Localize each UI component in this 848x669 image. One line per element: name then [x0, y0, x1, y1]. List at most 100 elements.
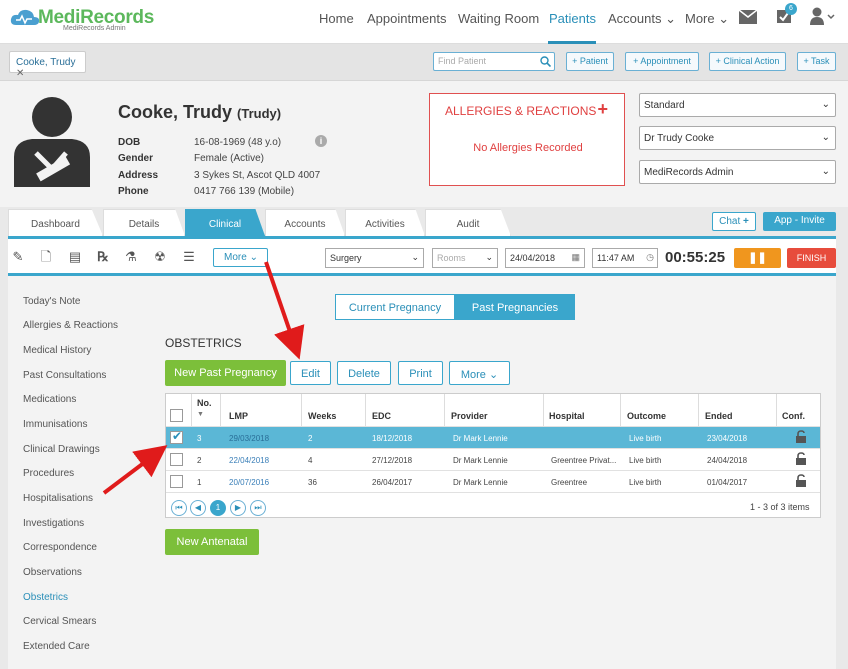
current-page[interactable]: 1 — [210, 500, 226, 516]
nav-appointments[interactable]: Appointments — [367, 11, 447, 26]
clock-icon[interactable]: ◷ — [646, 252, 654, 263]
add-allergy-icon[interactable]: + — [597, 99, 608, 120]
row-checkbox[interactable] — [170, 475, 183, 488]
sidebar-item-immunisations[interactable]: Immunisations — [23, 419, 87, 430]
chat-button[interactable]: Chat + — [712, 212, 756, 231]
sidebar-item-todays-note[interactable]: Today's Note — [23, 296, 81, 307]
grid-more-button[interactable]: More ⌄ — [449, 361, 510, 385]
mail-icon[interactable] — [739, 10, 757, 24]
table-row[interactable]: 2 22/04/2018 4 27/12/2018 Dr Mark Lennie… — [166, 448, 820, 470]
lab-flask-icon[interactable]: ⚗ — [124, 250, 138, 264]
cell-lmp[interactable]: 20/07/2016 — [229, 478, 269, 487]
add-appointment-button[interactable]: + Appointment — [625, 52, 699, 71]
unlock-icon[interactable] — [795, 430, 807, 444]
user-menu-icon[interactable] — [810, 7, 836, 25]
row-checkbox[interactable] — [170, 453, 183, 466]
tab-clinical[interactable]: Clinical — [185, 209, 265, 236]
row-checkbox[interactable]: ✔ — [170, 429, 183, 444]
table-row[interactable]: 1 20/07/2016 36 26/04/2017 Dr Mark Lenni… — [166, 470, 820, 492]
search-icon[interactable] — [540, 56, 551, 67]
info-icon[interactable]: i — [315, 135, 327, 147]
time-input[interactable]: 11:47 AM ◷ — [592, 248, 658, 268]
unlock-icon[interactable] — [795, 452, 807, 466]
find-patient-input[interactable]: Find Patient — [433, 52, 555, 71]
location-select[interactable]: Surgery ⌄ — [325, 248, 424, 268]
sidebar-item-extended-care[interactable]: Extended Care — [23, 641, 90, 652]
past-pregnancies-toggle[interactable]: Past Pregnancies — [455, 294, 575, 320]
next-page-icon[interactable]: ▶ — [230, 500, 246, 516]
rooms-select[interactable]: Rooms ⌄ — [432, 248, 498, 268]
patient-tab[interactable]: Cooke, Trudy ✕ — [9, 51, 86, 79]
app-invite-button[interactable]: App - Invite — [763, 212, 836, 231]
sidebar-item-clinical-drawings[interactable]: Clinical Drawings — [23, 444, 100, 455]
unlock-icon[interactable] — [795, 474, 807, 488]
pause-button[interactable]: ❚❚ — [734, 248, 781, 268]
prev-page-icon[interactable]: ◀ — [190, 500, 206, 516]
tab-accounts[interactable]: Accounts — [265, 209, 345, 236]
header-conf[interactable]: Conf. — [777, 394, 820, 426]
nav-home[interactable]: Home — [319, 11, 354, 26]
last-page-icon[interactable]: ⏭ — [250, 500, 266, 516]
header-lmp[interactable]: LMP — [221, 394, 302, 426]
prescription-icon[interactable]: ℞ — [96, 250, 110, 264]
admin-select[interactable]: MediRecords Admin ⌄ — [639, 160, 836, 184]
delete-button[interactable]: Delete — [337, 361, 391, 385]
header-outcome[interactable]: Outcome — [621, 394, 699, 426]
tab-dashboard[interactable]: Dashboard — [8, 209, 103, 236]
header-hospital[interactable]: Hospital — [544, 394, 621, 426]
sidebar-item-hospitalisations[interactable]: Hospitalisations — [23, 493, 93, 504]
patient-name: Cooke, Trudy (Trudy) — [118, 102, 282, 122]
select-all-checkbox[interactable] — [170, 409, 183, 422]
new-past-pregnancy-button[interactable]: New Past Pregnancy — [165, 360, 286, 386]
radiation-icon[interactable]: ☢ — [153, 250, 167, 264]
layers-icon[interactable]: ☰ — [182, 250, 196, 264]
plus-icon: + — [743, 216, 749, 227]
sidebar-item-medications[interactable]: Medications — [23, 394, 76, 405]
tab-details[interactable]: Details — [103, 209, 185, 236]
header-provider[interactable]: Provider — [445, 394, 544, 426]
tab-activities[interactable]: Activities — [345, 209, 425, 236]
sidebar-item-allergies[interactable]: Allergies & Reactions — [23, 320, 118, 331]
close-icon[interactable]: ✕ — [16, 68, 24, 79]
edit-button[interactable]: Edit — [290, 361, 331, 385]
new-antenatal-button[interactable]: New Antenatal — [165, 529, 259, 555]
sidebar-item-medical-history[interactable]: Medical History — [23, 345, 91, 356]
report-icon[interactable]: ▤ — [68, 250, 82, 264]
sidebar-item-investigations[interactable]: Investigations — [23, 518, 84, 529]
calendar-icon[interactable]: ▦ — [571, 252, 580, 263]
header-edc[interactable]: EDC — [366, 394, 445, 426]
note-icon[interactable]: ✎ — [11, 250, 25, 264]
sidebar-item-observations[interactable]: Observations — [23, 567, 82, 578]
finish-button[interactable]: FINISH — [787, 248, 836, 268]
no-allergies-text: No Allergies Recorded — [473, 142, 583, 154]
doctor-select[interactable]: Dr Trudy Cooke ⌄ — [639, 126, 836, 150]
add-clinical-action-button[interactable]: + Clinical Action — [709, 52, 786, 71]
header-weeks[interactable]: Weeks — [302, 394, 366, 426]
add-patient-button[interactable]: + Patient — [566, 52, 614, 71]
cell-lmp[interactable]: 29/03/2018 — [229, 434, 269, 443]
sidebar-item-correspondence[interactable]: Correspondence — [23, 542, 97, 553]
current-pregnancy-toggle[interactable]: Current Pregnancy — [335, 294, 455, 320]
add-task-button[interactable]: + Task — [797, 52, 836, 71]
tab-audit[interactable]: Audit — [425, 209, 511, 236]
nav-accounts[interactable]: Accounts ⌄ — [608, 11, 676, 27]
sidebar-item-procedures[interactable]: Procedures — [23, 468, 74, 479]
nav-more[interactable]: More ⌄ — [685, 11, 729, 27]
sidebar-item-obstetrics[interactable]: Obstetrics — [23, 592, 68, 603]
cell-lmp[interactable]: 22/04/2018 — [229, 456, 269, 465]
billing-select[interactable]: Standard ⌄ — [639, 93, 836, 117]
cell-outcome: Live birth — [629, 478, 662, 487]
toolbar-more-button[interactable]: More ⌄ — [213, 248, 268, 267]
print-button[interactable]: Print — [398, 361, 443, 385]
nav-waiting-room[interactable]: Waiting Room — [458, 11, 539, 26]
header-ended[interactable]: Ended — [699, 394, 777, 426]
header-no[interactable]: No. ▼ — [192, 394, 221, 426]
date-input[interactable]: 24/04/2018 ▦ — [505, 248, 585, 268]
address-value: 3 Sykes St, Ascot QLD 4007 — [194, 170, 321, 181]
sidebar-item-cervical-smears[interactable]: Cervical Smears — [23, 616, 96, 627]
nav-patients[interactable]: Patients — [549, 11, 596, 26]
table-row[interactable]: ✔ 3 29/03/2018 2 18/12/2018 Dr Mark Lenn… — [166, 426, 820, 448]
first-page-icon[interactable]: ⏮ — [171, 500, 187, 516]
document-icon[interactable]: 🗋 — [39, 250, 53, 264]
sidebar-item-past-consultations[interactable]: Past Consultations — [23, 370, 106, 381]
